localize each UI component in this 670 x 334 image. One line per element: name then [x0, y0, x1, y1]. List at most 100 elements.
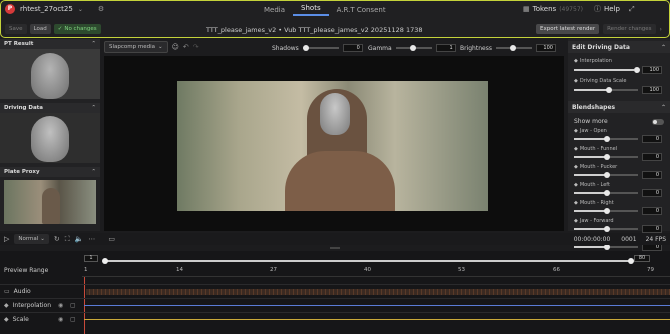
diamond-icon[interactable]: ◆ — [574, 218, 578, 224]
blendshape-slider[interactable] — [574, 154, 638, 160]
driving-data-scale-slider-knob[interactable] — [606, 87, 612, 93]
driving-data-scale-slider[interactable] — [574, 87, 638, 93]
tab-shots[interactable]: Shots — [293, 4, 329, 16]
timeline-ruler[interactable]: 1 14 27 40 53 66 79 — [82, 267, 670, 277]
plate-proxy-thumbnail[interactable] — [4, 180, 96, 224]
tick-label: 66 — [553, 267, 560, 273]
diamond-icon[interactable]: ◆ — [574, 58, 578, 64]
blendshape-input[interactable]: 0 — [642, 189, 662, 197]
gamma-input[interactable]: 1 — [435, 44, 456, 52]
media-select[interactable]: Slapcomp media ⌄ — [104, 41, 168, 53]
audio-waveform — [86, 289, 670, 295]
blendshape-slider-knob[interactable] — [604, 172, 610, 178]
collapse-icon[interactable]: ⌃ — [661, 44, 666, 51]
shadows-input[interactable]: 0 — [342, 44, 363, 52]
range-start-handle[interactable] — [102, 258, 108, 264]
interpolation-slider-knob[interactable] — [634, 67, 640, 73]
blendshape-input[interactable]: 0 — [642, 225, 662, 233]
blendshape-slider-knob[interactable] — [604, 208, 610, 214]
blendshape-slider-knob[interactable] — [604, 190, 610, 196]
blendshape-row: ◆ Jaw - Open — [574, 128, 670, 134]
blendshape-input[interactable]: 0 — [642, 171, 662, 179]
show-more-toggle[interactable] — [652, 118, 664, 125]
range-end-input[interactable]: 80 — [634, 255, 650, 262]
visibility-icon[interactable]: ◉ — [58, 302, 63, 309]
gamma-slider[interactable] — [395, 45, 432, 51]
diamond-icon[interactable]: ◆ — [4, 302, 9, 309]
blendshape-slider-knob[interactable] — [604, 226, 610, 232]
export-latest-render-button[interactable]: Export latest render — [536, 24, 600, 34]
interpolation-slider[interactable] — [574, 67, 640, 73]
blendshape-input[interactable]: 0 — [642, 153, 662, 161]
project-name: rhtest_27oct25 — [20, 5, 73, 13]
speed-select[interactable]: Normal ⌄ — [14, 234, 49, 244]
blendshape-slider[interactable] — [574, 136, 638, 142]
blendshape-slider-knob[interactable] — [604, 154, 610, 160]
loop-icon[interactable]: ↻ — [54, 235, 60, 243]
play-icon[interactable]: ▷ — [4, 235, 9, 243]
viewer[interactable] — [104, 56, 564, 231]
lock-icon[interactable]: ▢ — [70, 316, 76, 323]
diamond-icon[interactable]: ◆ — [574, 200, 578, 206]
subject-sweater — [285, 151, 395, 211]
tab-art-consent[interactable]: A.R.T Consent — [329, 6, 394, 14]
range-end-handle[interactable] — [628, 258, 634, 264]
more-icon[interactable]: ⋯ — [88, 235, 95, 243]
gamma-slider-knob[interactable] — [409, 45, 416, 51]
brightness-slider[interactable] — [495, 45, 532, 51]
collapse-icon[interactable]: ⌃ — [91, 169, 96, 175]
collapse-icon[interactable]: ⌃ — [91, 41, 96, 47]
undo-icon[interactable]: ↶ — [183, 43, 189, 51]
panel-resize-handle[interactable] — [330, 247, 340, 249]
diamond-icon[interactable]: ◆ — [574, 164, 578, 170]
visibility-icon[interactable]: ◉ — [58, 316, 63, 323]
help-icon[interactable]: ⓘ — [594, 4, 601, 14]
render-changes-button[interactable]: Render changes — [603, 24, 656, 34]
pt-result-thumbnail[interactable] — [0, 49, 100, 99]
blendshape-input[interactable]: 0 — [642, 135, 662, 143]
driving-data-thumbnail[interactable] — [0, 113, 100, 163]
diamond-icon[interactable]: ◆ — [574, 128, 578, 134]
chevron-down-icon: ⌄ — [158, 44, 163, 50]
blendshape-slider[interactable] — [574, 190, 638, 196]
blendshape-label: Mouth - Funnel — [579, 146, 618, 152]
expand-icon[interactable]: ⤢ — [629, 5, 635, 14]
blendshape-slider[interactable] — [574, 172, 638, 178]
blendshape-slider[interactable] — [574, 244, 638, 250]
blendshape-slider[interactable] — [574, 208, 638, 214]
project-dropdown-icon[interactable]: ⌄ — [78, 6, 83, 13]
blendshape-slider-knob[interactable] — [604, 136, 610, 142]
brightness-slider-knob[interactable] — [509, 45, 516, 51]
diamond-icon[interactable]: ◆ — [574, 146, 578, 152]
lock-icon[interactable]: ▢ — [70, 302, 76, 309]
driving-data-scale-input[interactable]: 100 — [642, 86, 662, 94]
collapse-icon[interactable]: ⌃ — [661, 104, 666, 111]
diamond-icon[interactable]: ◆ — [574, 182, 578, 188]
preview-range-bar[interactable] — [104, 260, 632, 262]
collapse-icon[interactable]: ⌃ — [91, 105, 96, 111]
diamond-icon[interactable]: ◆ — [4, 316, 9, 323]
load-button[interactable]: Load — [29, 24, 51, 34]
diamond-icon[interactable]: ◆ — [574, 78, 578, 84]
smiley-icon[interactable]: ☺ — [172, 43, 179, 51]
chevron-right-icon[interactable]: › — [660, 26, 662, 33]
show-more-toggle-knob — [653, 119, 657, 124]
pt-result-label: PT Result — [4, 41, 34, 47]
range-start-input[interactable]: 1 — [84, 255, 98, 262]
fit-icon[interactable]: ⛶ — [65, 235, 70, 244]
save-button[interactable]: Save — [5, 24, 27, 34]
camera-icon[interactable]: ▭ — [108, 235, 115, 243]
blendshape-slider[interactable] — [574, 226, 638, 232]
shadows-slider-knob[interactable] — [302, 45, 309, 51]
settings-icon[interactable]: ⚙ — [98, 5, 104, 13]
blendshape-row: ◆ Mouth - Left — [574, 182, 670, 188]
volume-icon[interactable]: 🔈 — [75, 235, 84, 243]
shadows-slider[interactable] — [302, 45, 339, 51]
interpolation-input[interactable]: 100 — [642, 66, 662, 74]
redo-icon[interactable]: ↷ — [193, 43, 199, 51]
help-label[interactable]: Help — [604, 5, 620, 13]
tab-media[interactable]: Media — [256, 6, 293, 14]
gamma-label: Gamma — [368, 44, 392, 52]
brightness-input[interactable]: 100 — [535, 44, 556, 52]
blendshape-input[interactable]: 0 — [642, 207, 662, 215]
